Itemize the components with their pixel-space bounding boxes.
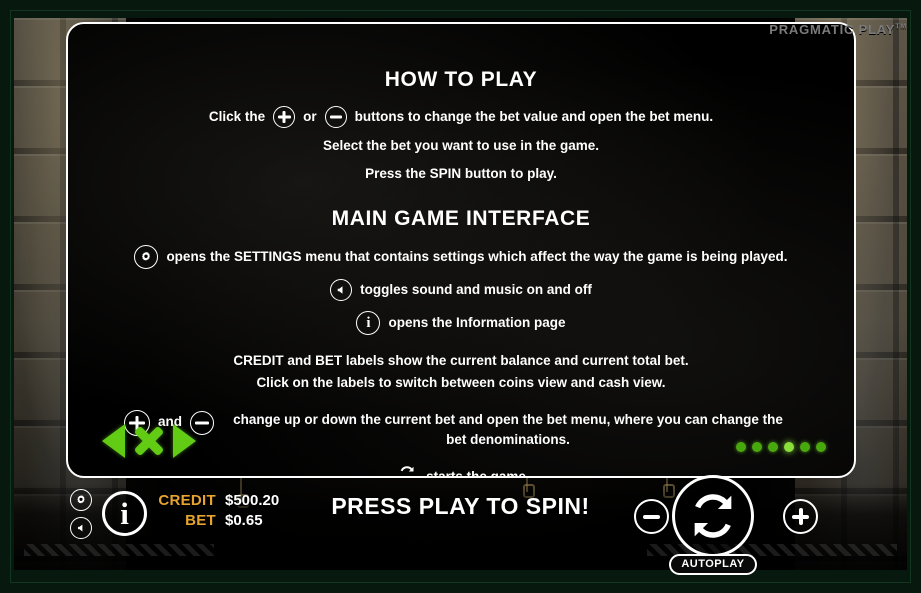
spin-icon xyxy=(694,494,732,538)
page-dot[interactable] xyxy=(768,442,778,452)
logo-text: PRAGMATIC PLAY xyxy=(769,22,896,37)
panel-content: HOW TO PLAY Click the or buttons to chan… xyxy=(68,68,854,478)
settings-description: opens the SETTINGS menu that contains se… xyxy=(166,249,788,265)
sound-description: toggles sound and music on and off xyxy=(360,282,592,298)
sound-icon xyxy=(330,279,353,302)
credit-bet-description-1: CREDIT and BET labels show the current b… xyxy=(233,353,689,369)
spin-button[interactable] xyxy=(672,475,754,557)
how-to-play-line-1: Click the or buttons to change the bet v… xyxy=(68,106,854,128)
game-screen: PRAGMATIC PLAYTM HOW TO PLAY Click the o… xyxy=(0,0,921,593)
sound-row: toggles sound and music on and off xyxy=(68,279,854,302)
pragmatic-play-logo: PRAGMATIC PLAYTM xyxy=(769,22,907,37)
how-to-play-line-2: Select the bet you want to use in the ga… xyxy=(322,138,600,153)
increase-bet-button[interactable] xyxy=(783,499,818,534)
plus-icon xyxy=(273,106,296,128)
pagination-dots xyxy=(736,442,826,452)
page-dot[interactable] xyxy=(800,442,810,452)
page-dot-active[interactable] xyxy=(784,442,794,452)
close-icon[interactable] xyxy=(133,425,165,457)
logo-trademark: TM xyxy=(895,23,907,31)
gear-icon xyxy=(134,245,159,270)
page-dot[interactable] xyxy=(736,442,746,452)
info-row: opens the Information page xyxy=(68,311,854,336)
howto-text-a: Click the xyxy=(208,109,266,125)
settings-row: opens the SETTINGS menu that contains se… xyxy=(68,245,854,270)
page-dot[interactable] xyxy=(752,442,762,452)
howto-text-or: or xyxy=(303,109,317,125)
spin-icon xyxy=(396,463,418,476)
how-to-play-line-3: Press the SPIN button to play. xyxy=(365,165,557,181)
credit-bet-description-2: Click on the labels to switch between co… xyxy=(256,374,666,390)
status-message: PRESS PLAY TO SPIN! xyxy=(331,493,590,519)
info-icon xyxy=(356,311,381,336)
bet-change-description: change up or down the current bet and op… xyxy=(233,412,783,447)
autoplay-button[interactable]: AUTOPLAY xyxy=(669,554,757,575)
how-to-play-title: HOW TO PLAY xyxy=(384,68,538,91)
sound-icon[interactable] xyxy=(70,517,92,539)
main-game-interface-title: MAIN GAME INTERFACE xyxy=(331,207,591,231)
minus-icon xyxy=(324,106,347,128)
next-page-arrow-icon[interactable] xyxy=(173,424,196,458)
decrease-bet-button[interactable] xyxy=(634,499,669,534)
help-panel: HOW TO PLAY Click the or buttons to chan… xyxy=(66,22,856,478)
previous-page-arrow-icon[interactable] xyxy=(102,424,125,458)
spin-description: starts the game xyxy=(426,469,526,478)
howto-text-b: buttons to change the bet value and open… xyxy=(354,109,714,125)
panel-navigation xyxy=(102,424,196,458)
page-dot[interactable] xyxy=(816,442,826,452)
bottom-hud: CREDIT $500.20 BET $0.65 PRESS PLAY TO S… xyxy=(14,475,907,575)
spin-row: starts the game xyxy=(68,463,854,478)
info-description: opens the Information page xyxy=(388,315,566,331)
